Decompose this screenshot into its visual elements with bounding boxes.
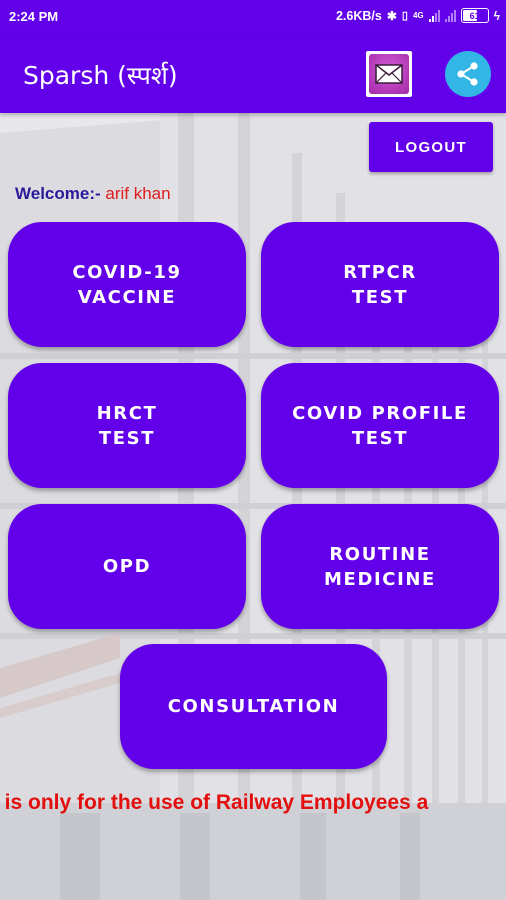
status-time: 2:24 PM <box>9 9 59 24</box>
covid-profile-test-button[interactable]: COVID PROFILE TEST <box>261 363 499 488</box>
battery-icon: 61 <box>460 8 489 23</box>
routine-medicine-button[interactable]: ROUTINE MEDICINE <box>261 504 499 629</box>
covid-vaccine-button[interactable]: COVID-19 VACCINE <box>8 222 246 347</box>
hrct-test-button[interactable]: HRCT TEST <box>8 363 246 488</box>
user-name: arif khan <box>105 184 171 203</box>
charging-icon: ϟ <box>493 8 500 23</box>
share-button[interactable] <box>445 51 491 97</box>
network-speed: 2.6KB/s <box>335 8 382 23</box>
consultation-button[interactable]: CONSULTATION <box>120 644 387 769</box>
opd-button[interactable]: OPD <box>8 504 246 629</box>
status-icons: 2.6KB/s ✱ ▯ 4G 61 ϟ <box>336 8 500 23</box>
status-bar: 2:24 PM 2.6KB/s ✱ ▯ 4G 61 ϟ <box>0 0 506 34</box>
notice-text: p is only for the use of Railway Employe… <box>0 791 429 814</box>
battery-level: 61 <box>469 10 480 21</box>
bluetooth-icon: ✱ <box>386 8 397 23</box>
share-icon <box>457 62 478 86</box>
app-bar: Sparsh (स्पर्श) <box>0 34 506 113</box>
logout-button[interactable]: LOGOUT <box>369 122 493 172</box>
rtpcr-test-button[interactable]: RTPCR TEST <box>261 222 499 347</box>
mail-icon <box>369 54 409 94</box>
mail-button[interactable] <box>366 51 412 97</box>
welcome-label: Welcome:- <box>15 184 101 203</box>
signal-icon <box>428 9 440 22</box>
app-title: Sparsh (स्पर्श) <box>23 61 178 90</box>
welcome-line: Welcome:- arif khan <box>15 184 171 204</box>
signal-icon-2 <box>444 9 456 22</box>
notice-marquee: p is only for the use of Railway Employe… <box>0 788 506 818</box>
4g-icon: 4G <box>412 10 424 20</box>
vibrate-icon: ▯ <box>401 10 408 22</box>
